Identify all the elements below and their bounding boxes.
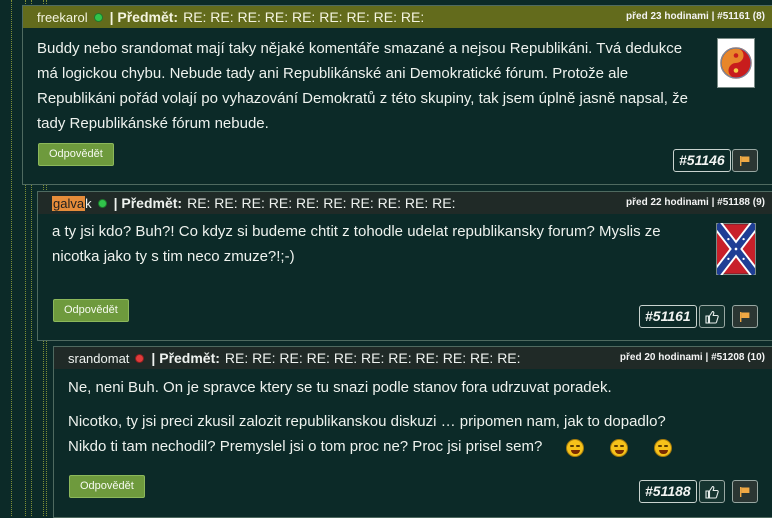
like-button[interactable] <box>699 480 725 503</box>
post-meta[interactable]: před 23 hodinami | #51161 (8) <box>626 11 765 22</box>
post-body: a ty jsi kdo? Buh?! Co kdyz si budeme ch… <box>52 219 692 269</box>
reply-reference-link[interactable]: #51146 <box>673 149 731 172</box>
author-name[interactable]: freekarol <box>37 10 88 25</box>
thumbs-up-icon <box>705 485 719 499</box>
reply-reference-link[interactable]: #51161 <box>639 305 697 328</box>
laughing-emoji-icon <box>610 439 628 457</box>
flag-icon <box>740 155 750 166</box>
subject-text: RE: RE: RE: RE: RE: RE: RE: RE: RE: RE: … <box>224 350 521 366</box>
post-header: freekarol | Předmět: RE: RE: RE: RE: RE:… <box>23 6 772 28</box>
post-meta[interactable]: před 20 hodinami | #51208 (10) <box>620 352 765 363</box>
report-flag-button[interactable] <box>732 480 758 503</box>
online-status-icon <box>94 13 102 21</box>
subject-label: | Předmět: <box>113 195 183 211</box>
comment-post: srandomat | Předmět: RE: RE: RE: RE: RE:… <box>53 346 772 518</box>
subject-label: | Předmět: <box>109 9 179 25</box>
laughing-emoji-icon <box>654 439 672 457</box>
post-paragraph: Nicotko, ty jsi preci zkusil zalozit rep… <box>68 413 666 455</box>
online-status-icon <box>98 199 106 207</box>
flag-icon <box>740 311 750 322</box>
yin-yang-icon <box>720 47 752 79</box>
post-paragraph: a ty jsi kdo? Buh?! Co kdyz si budeme ch… <box>52 223 661 265</box>
comment-post: galvak | Předmět: RE: RE: RE: RE: RE: RE… <box>37 191 772 341</box>
post-paragraph: Ne, neni Buh. On je spravce ktery se tu … <box>68 379 612 396</box>
like-button[interactable] <box>699 305 725 328</box>
post-paragraph: Buddy nebo srandomat mají taky nějaké ko… <box>37 40 688 132</box>
laughing-emoji-icon <box>566 439 584 457</box>
user-avatar[interactable] <box>717 38 755 88</box>
post-header: galvak | Předmět: RE: RE: RE: RE: RE: RE… <box>38 192 772 214</box>
subject-text: RE: RE: RE: RE: RE: RE: RE: RE: RE: RE: <box>187 195 456 211</box>
subject-text: RE: RE: RE: RE: RE: RE: RE: RE: RE: <box>183 9 425 25</box>
comment-post: freekarol | Předmět: RE: RE: RE: RE: RE:… <box>22 5 772 185</box>
reply-button[interactable]: Odpovědět <box>53 299 129 322</box>
post-header: srandomat | Předmět: RE: RE: RE: RE: RE:… <box>54 347 772 369</box>
thumbs-up-icon <box>705 310 719 324</box>
flag-icon <box>740 486 750 497</box>
author-name-rest: k <box>85 195 92 211</box>
post-meta[interactable]: před 22 hodinami | #51188 (9) <box>626 197 765 208</box>
reply-reference-link[interactable]: #51188 <box>639 480 697 503</box>
user-avatar[interactable] <box>716 223 756 275</box>
reply-button[interactable]: Odpovědět <box>38 143 114 166</box>
reply-button[interactable]: Odpovědět <box>69 475 145 498</box>
author-name[interactable]: galvak <box>52 195 92 211</box>
thread-guide-line <box>11 0 12 516</box>
author-name[interactable]: srandomat <box>68 351 129 366</box>
confederate-flag-icon <box>717 223 755 275</box>
report-flag-button[interactable] <box>732 149 758 172</box>
author-name-highlight: galva <box>52 195 86 211</box>
offline-status-icon <box>136 354 144 362</box>
post-body: Buddy nebo srandomat mají taky nějaké ko… <box>37 36 697 136</box>
subject-label: | Předmět: <box>151 350 220 366</box>
report-flag-button[interactable] <box>732 305 758 328</box>
